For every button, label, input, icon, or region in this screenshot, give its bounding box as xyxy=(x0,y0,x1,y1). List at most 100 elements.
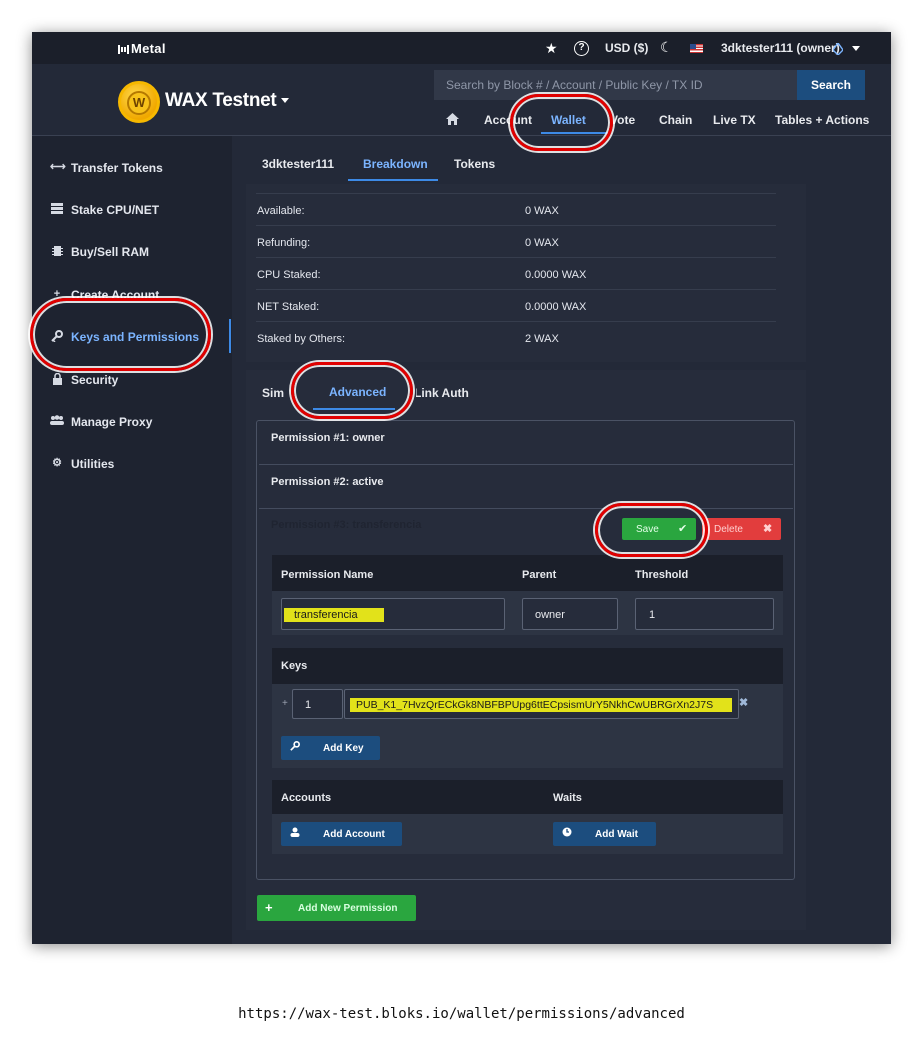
search-button[interactable]: Search xyxy=(797,70,865,100)
delete-button[interactable]: Delete ✖ xyxy=(702,518,781,540)
divider xyxy=(256,257,776,258)
star-icon[interactable]: ★ xyxy=(545,40,558,57)
annotation-circle-wallet xyxy=(510,94,613,151)
add-key-label: Add Key xyxy=(323,743,364,754)
key-icon xyxy=(290,741,300,751)
add-account-button[interactable]: Add Account xyxy=(281,822,402,846)
us-flag-icon[interactable] xyxy=(690,44,703,53)
app-window: Metal ★ ? USD ($) ☾ 3dktester111 (owner)… xyxy=(32,32,891,944)
brand-name[interactable]: Metal xyxy=(131,41,166,56)
parent-label: Parent xyxy=(522,569,557,581)
nav-live-tx[interactable]: Live TX xyxy=(713,113,756,127)
sidebar-item-ram[interactable]: Buy/Sell RAM xyxy=(50,242,240,262)
threshold-input[interactable]: 1 xyxy=(635,598,774,630)
parent-input[interactable]: owner xyxy=(522,598,618,630)
divider xyxy=(256,321,776,322)
divider xyxy=(259,464,793,465)
top-bar: Metal ★ ? USD ($) ☾ 3dktester111 (owner) xyxy=(32,32,891,64)
users-icon xyxy=(50,415,64,427)
sidebar-item-manage-proxy[interactable]: Manage Proxy xyxy=(50,412,240,432)
tab-tokens[interactable]: Tokens xyxy=(454,157,495,171)
key-weight-input[interactable]: 1 xyxy=(292,689,343,719)
arrows-icon: ⟷ xyxy=(50,161,66,173)
keys-header xyxy=(272,648,783,684)
currency-selector[interactable]: USD ($) xyxy=(605,41,648,55)
nav-tables-actions[interactable]: Tables + Actions xyxy=(775,113,869,127)
plus-icon: + xyxy=(265,900,273,915)
network-chevron-icon[interactable] xyxy=(281,98,289,103)
network-title[interactable]: WAX Testnet xyxy=(165,90,277,112)
annotation-circle-advanced xyxy=(291,362,413,419)
page-url: https://wax-test.bloks.io/wallet/permiss… xyxy=(238,1006,685,1022)
breakdown-tab-underline xyxy=(348,179,438,181)
keys-label: Keys xyxy=(281,660,308,672)
public-key-input[interactable]: PUB_K1_7HvzQrECkGk8NBFBPUpg6ttECpsismUrY… xyxy=(344,689,739,719)
divider xyxy=(259,508,793,509)
user-icon xyxy=(290,827,300,837)
breakdown-value: 0.0000 WAX xyxy=(525,301,587,313)
lock-icon xyxy=(50,372,64,385)
tab-link-auth[interactable]: Link Auth xyxy=(414,386,469,400)
breakdown-value: 2 WAX xyxy=(525,333,559,345)
permission-name-label: Permission Name xyxy=(281,569,374,581)
bars-icon xyxy=(118,42,130,54)
search-input[interactable] xyxy=(434,70,798,100)
public-key-value: PUB_K1_7HvzQrECkGk8NBFBPUpg6ttECpsismUrY… xyxy=(350,698,732,712)
eos-icon xyxy=(832,41,844,56)
sidebar-item-stake[interactable]: Stake CPU/NET xyxy=(50,200,240,220)
divider xyxy=(256,193,776,194)
home-icon[interactable] xyxy=(446,112,459,125)
add-wait-button[interactable]: Add Wait xyxy=(553,822,656,846)
waits-label: Waits xyxy=(553,792,582,804)
sidebar-active-indicator xyxy=(229,319,231,353)
permission-owner-header[interactable]: Permission #1: owner xyxy=(271,432,385,444)
breakdown-label: CPU Staked: xyxy=(257,269,321,281)
drag-handle-icon[interactable]: + xyxy=(282,698,288,709)
accounts-waits-header xyxy=(272,780,783,814)
key-weight-value: 1 xyxy=(305,699,312,711)
add-key-button[interactable]: Add Key xyxy=(281,736,380,760)
breakdown-value: 0 WAX xyxy=(525,205,559,217)
nav-chain[interactable]: Chain xyxy=(659,113,692,127)
divider xyxy=(256,289,776,290)
sidebar-item-security[interactable]: Security xyxy=(50,370,240,390)
tab-breakdown[interactable]: Breakdown xyxy=(363,157,428,171)
delete-button-label: Delete xyxy=(714,524,743,535)
annotation-circle-save xyxy=(595,503,708,557)
add-new-permission-label: Add New Permission xyxy=(298,903,398,914)
threshold-label: Threshold xyxy=(635,569,689,581)
breakdown-value: 0.0000 WAX xyxy=(525,269,587,281)
sidebar-item-transfer-tokens[interactable]: ⟷ Transfer Tokens xyxy=(50,158,240,178)
chip-icon xyxy=(50,245,64,257)
nav-vote[interactable]: Vote xyxy=(610,113,635,127)
tab-account-name[interactable]: 3dktester111 xyxy=(262,157,334,171)
permission-active-header[interactable]: Permission #2: active xyxy=(271,476,384,488)
breakdown-label: Staked by Others: xyxy=(257,333,346,345)
breakdown-label: Refunding: xyxy=(257,237,311,249)
permission-name-value: transferencia xyxy=(284,608,384,622)
threshold-value: 1 xyxy=(649,609,656,621)
add-wait-label: Add Wait xyxy=(595,829,638,840)
permission-name-input[interactable]: transferencia xyxy=(281,598,505,630)
remove-key-icon[interactable]: ✖ xyxy=(739,696,748,709)
help-icon[interactable]: ? xyxy=(574,41,589,56)
add-account-label: Add Account xyxy=(323,829,385,840)
moon-icon[interactable]: ☾ xyxy=(660,39,673,56)
breakdown-label: NET Staked: xyxy=(257,301,320,313)
breakdown-value: 0 WAX xyxy=(525,237,559,249)
annotation-circle-keys-permissions xyxy=(30,298,211,371)
server-icon xyxy=(50,203,64,215)
add-new-permission-button[interactable]: + Add New Permission xyxy=(257,895,416,921)
gear-icon: ⚙ xyxy=(52,457,62,469)
parent-value: owner xyxy=(535,609,565,621)
account-selector[interactable]: 3dktester111 (owner) xyxy=(721,41,840,55)
permission-transferencia-header[interactable]: Permission #3: transferencia xyxy=(271,519,421,531)
chevron-down-icon[interactable] xyxy=(852,46,860,51)
accounts-label: Accounts xyxy=(281,792,332,804)
divider xyxy=(256,225,776,226)
close-icon: ✖ xyxy=(763,523,773,535)
breakdown-label: Available: xyxy=(257,205,305,217)
wax-logo-icon[interactable]: W xyxy=(118,81,160,123)
sidebar-item-utilities[interactable]: ⚙ Utilities xyxy=(50,454,240,474)
clock-icon xyxy=(562,827,572,837)
